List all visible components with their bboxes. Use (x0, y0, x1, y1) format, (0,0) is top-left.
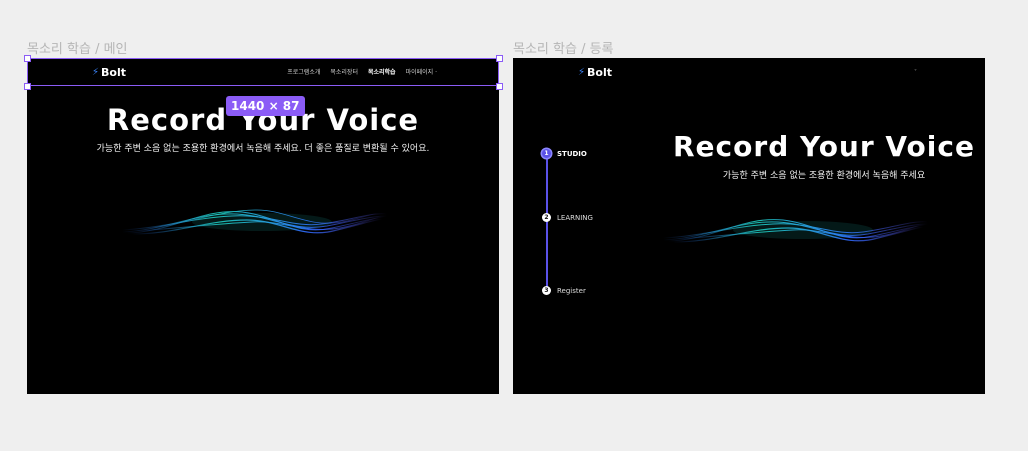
stepper: 1 STUDIO 2 LEARNING 3 Register (513, 58, 633, 394)
step-number: 2 (542, 213, 551, 222)
step-number: 1 (542, 149, 551, 158)
frame-label-register[interactable]: 목소리 학습 / 등록 (513, 38, 614, 57)
bolt-icon: ⚡ (92, 67, 100, 78)
chevron-down-icon[interactable]: ˅ (914, 69, 917, 76)
frame-register[interactable]: ⚡ Bolt ˅ 1 STUDIO 2 LEARNING 3 Register … (513, 58, 985, 394)
nav-item-program[interactable]: 프로그램소개 (287, 67, 320, 76)
nav-item-learning[interactable]: 목소리학습 (368, 67, 396, 76)
step-learning[interactable]: 2 LEARNING (542, 213, 593, 222)
dimension-badge: 1440 × 87 (226, 96, 305, 116)
resize-handle-top-right[interactable] (496, 55, 503, 62)
top-nav: 프로그램소개 목소리장터 목소리학습 마이페이지 · (287, 67, 437, 76)
hero-subtitle: 가능한 주변 소음 없는 조용한 환경에서 녹음해 주세요. 더 좋은 품질로 … (96, 144, 430, 154)
step-label: STUDIO (557, 149, 587, 158)
resize-handle-bottom-right[interactable] (496, 83, 503, 90)
resize-handle-top-left[interactable] (24, 55, 31, 62)
voice-wave-graphic (663, 219, 928, 243)
step-label: Register (557, 286, 586, 295)
resize-handle-bottom-left[interactable] (24, 83, 31, 90)
hero-title: Record Your Voice (673, 130, 975, 163)
hero-subtitle: 가능한 주변 소음 없는 조용한 환경에서 녹음해 주세요 (722, 171, 926, 181)
logo[interactable]: ⚡ Bolt (92, 66, 126, 79)
nav-item-mypage[interactable]: 마이페이지 · (406, 67, 437, 76)
nav-item-market[interactable]: 목소리장터 (330, 67, 358, 76)
step-register[interactable]: 3 Register (542, 286, 586, 295)
voice-wave-graphic (122, 209, 387, 235)
step-number: 3 (542, 286, 551, 295)
logo-text: Bolt (101, 66, 127, 79)
step-label: LEARNING (557, 213, 593, 222)
step-studio[interactable]: 1 STUDIO (542, 149, 587, 158)
frame-label-main[interactable]: 목소리 학습 / 메인 (27, 38, 128, 57)
